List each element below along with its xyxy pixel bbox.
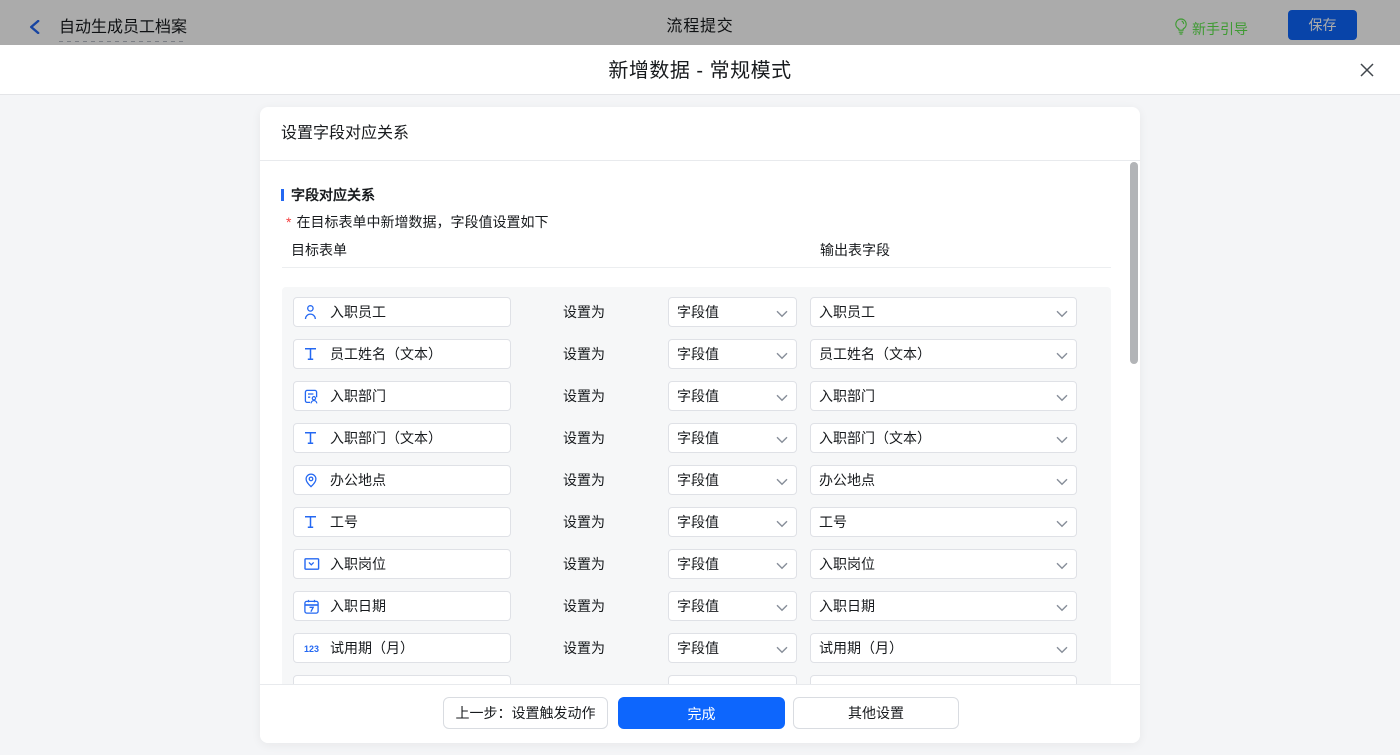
svg-text:123: 123	[304, 644, 319, 654]
